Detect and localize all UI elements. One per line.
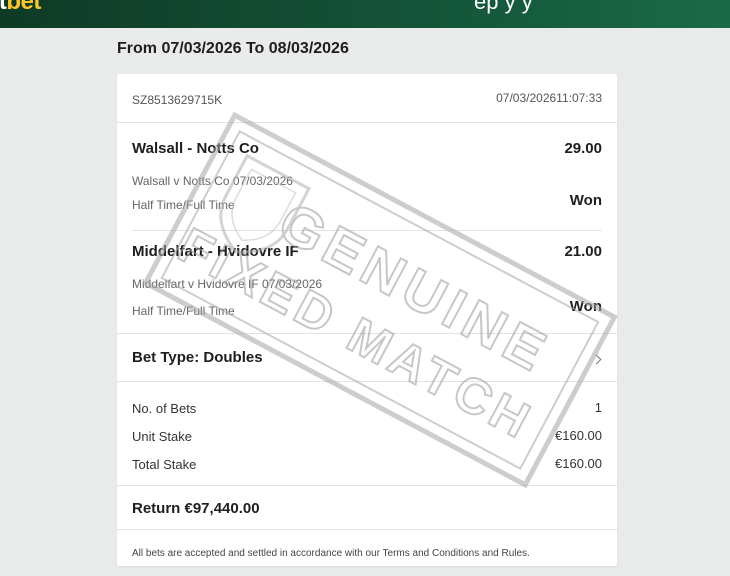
divider bbox=[117, 333, 617, 334]
bet-reference: SZ8513629715K bbox=[132, 93, 223, 107]
selection-odds: 29.00 bbox=[564, 140, 602, 157]
selection-market: Half Time/Full Time bbox=[132, 198, 235, 212]
selection-result: Won bbox=[569, 192, 602, 209]
summary-label: Total Stake bbox=[132, 457, 197, 472]
top-header-bar: etbet ep y y bbox=[0, 0, 730, 28]
summary-value: €160.00 bbox=[555, 456, 602, 471]
bet-placed-time: 07/03/202611:07:33 bbox=[496, 91, 602, 105]
summary-label: Unit Stake bbox=[132, 429, 192, 444]
selection-result: Won bbox=[569, 298, 602, 315]
header-right-text: ep y y bbox=[474, 0, 533, 14]
summary-label: No. of Bets bbox=[132, 401, 197, 416]
divider bbox=[117, 122, 617, 123]
selection-2-market-row: Half Time/Full Time Won bbox=[132, 298, 602, 320]
summary-row: Unit Stake €160.00 bbox=[132, 428, 602, 446]
bet-header-row: SZ8513629715K 07/03/202611:07:33 bbox=[132, 91, 602, 109]
bet-receipt-card: SZ8513629715K 07/03/202611:07:33 Walsall… bbox=[117, 74, 617, 566]
selection-name: Middelfart - Hvidovre IF bbox=[132, 243, 299, 260]
summary-value: 1 bbox=[594, 400, 602, 415]
selection-market: Half Time/Full Time bbox=[132, 304, 235, 318]
brand-logo[interactable]: etbet bbox=[0, 0, 41, 16]
selection-name: Walsall - Notts Co bbox=[132, 140, 259, 157]
selection-2: Middelfart - Hvidovre IF 21.00 bbox=[132, 243, 602, 261]
divider bbox=[117, 485, 617, 486]
chevron-right-icon bbox=[591, 354, 602, 365]
summary-row: No. of Bets 1 bbox=[132, 400, 602, 418]
return-amount: Return €97,440.00 bbox=[132, 500, 260, 517]
bet-type-row[interactable]: Bet Type: Doubles bbox=[132, 349, 602, 369]
terms-row: All bets are accepted and settled in acc… bbox=[132, 543, 602, 561]
summary-row: Total Stake €160.00 bbox=[132, 456, 602, 474]
divider bbox=[117, 529, 617, 530]
divider bbox=[132, 230, 602, 231]
selection-1-market-row: Half Time/Full Time Won bbox=[132, 192, 602, 214]
selection-event: Middelfart v Hvidovre IF 07/03/2026 bbox=[132, 277, 323, 291]
selection-1: Walsall - Notts Co 29.00 bbox=[132, 140, 602, 158]
summary-value: €160.00 bbox=[555, 428, 602, 443]
date-range-title: From 07/03/2026 To 08/03/2026 bbox=[117, 40, 349, 57]
selection-event: Walsall v Notts Co 07/03/2026 bbox=[132, 174, 293, 188]
logo-accent-text: bet bbox=[6, 0, 41, 15]
terms-text: All bets are accepted and settled in acc… bbox=[132, 548, 530, 559]
selection-odds: 21.00 bbox=[564, 243, 602, 260]
selection-1-event: Walsall v Notts Co 07/03/2026 bbox=[132, 172, 602, 190]
bet-type-label: Bet Type: Doubles bbox=[132, 349, 263, 366]
selection-2-event: Middelfart v Hvidovre IF 07/03/2026 bbox=[132, 275, 602, 293]
divider bbox=[117, 381, 617, 382]
return-row: Return €97,440.00 bbox=[132, 500, 602, 518]
